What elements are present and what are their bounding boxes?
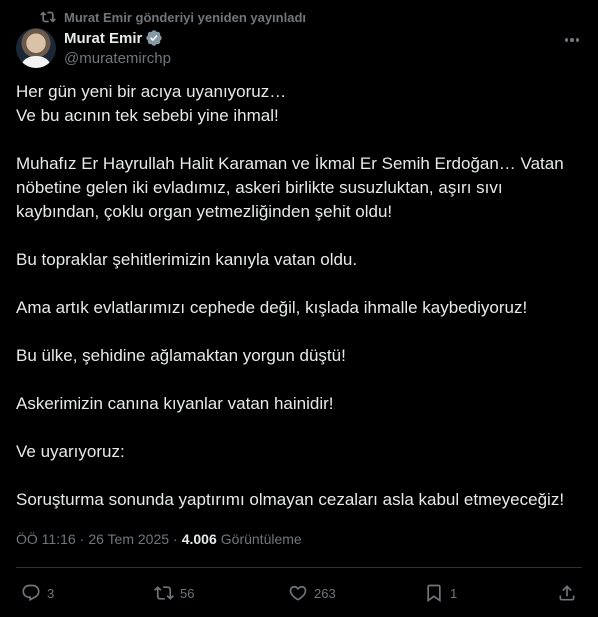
- tweet-line: Ama artık evlatlarımızı cephede değil, k…: [16, 298, 528, 317]
- like-count: 263: [314, 585, 336, 601]
- author-name[interactable]: Murat Emir: [64, 30, 142, 47]
- reply-icon: [22, 584, 40, 602]
- reply-button[interactable]: 3: [21, 583, 54, 603]
- avatar[interactable]: [16, 28, 56, 68]
- dot-icon: [570, 38, 574, 42]
- tweet-line: Her gün yeni bir acıya uyanıyoruz…: [16, 82, 287, 101]
- meta-separator: ·: [173, 531, 178, 547]
- heart-icon: [289, 585, 307, 601]
- meta-separator: ·: [79, 531, 85, 547]
- reply-count: 3: [47, 585, 55, 601]
- share-button[interactable]: [557, 583, 577, 603]
- tweet-line: Soruşturma sonunda yaptırımı olmayan cez…: [16, 490, 565, 509]
- tweet-text: Her gün yeni bir acıya uyanıyoruz… Ve bu…: [16, 80, 582, 512]
- tweet-line: nöbetine gelen iki evladımız, askeri bir…: [16, 178, 503, 197]
- tweet-time[interactable]: ÖÖ 11:16: [16, 531, 76, 547]
- like-button[interactable]: 263: [288, 583, 336, 603]
- tweet-meta: ÖÖ 11:16 · 26 Tem 2025 · 4.006 Görüntüle…: [16, 531, 302, 547]
- tweet-line: Askerimizin canına kıyanlar vatan hainid…: [16, 394, 334, 413]
- dot-icon: [564, 38, 569, 42]
- bookmark-button[interactable]: 1: [424, 583, 457, 603]
- tweet-line: Muhafız Er Hayrullah Halit Karaman ve İk…: [16, 154, 564, 173]
- action-bar: 3 56 263 1: [16, 581, 582, 605]
- divider: [16, 567, 582, 568]
- tweet-line: kaybından, çoklu organ yetmezliğinden şe…: [16, 202, 393, 221]
- dot-icon: [575, 38, 580, 42]
- share-icon: [559, 585, 575, 601]
- repost-icon: [154, 586, 174, 600]
- view-label: Görüntüleme: [220, 531, 302, 547]
- repost-banner-text: Murat Emir gönderiyi yeniden yayınladı: [64, 9, 307, 25]
- tweet-line: Ve uyarıyoruz:: [16, 442, 125, 461]
- bookmark-icon: [427, 584, 441, 603]
- repost-count: 56: [180, 585, 195, 601]
- more-options-button[interactable]: [562, 30, 582, 50]
- tweet-date[interactable]: 26 Tem 2025: [88, 531, 169, 547]
- verified-badge-icon: [146, 30, 163, 46]
- author-name-row[interactable]: Murat Emir: [64, 29, 163, 47]
- tweet-line: Bu topraklar şehitlerimizin kanıyla vata…: [16, 250, 358, 269]
- tweet-line: Bu ülke, şehidine ağlamaktan yorgun düşt…: [16, 346, 346, 365]
- repost-button[interactable]: 56: [154, 583, 194, 603]
- tweet-line: Ve bu acının tek sebebi yine ihmal!: [16, 106, 279, 125]
- repost-icon: [40, 11, 56, 23]
- repost-banner[interactable]: Murat Emir gönderiyi yeniden yayınladı: [40, 8, 306, 26]
- bookmark-count: 1: [450, 585, 458, 601]
- view-count[interactable]: 4.006: [182, 531, 217, 547]
- author-handle[interactable]: @muratemirchp: [64, 50, 171, 67]
